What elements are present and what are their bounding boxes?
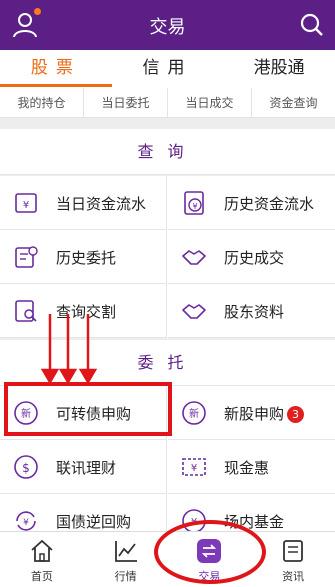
menu-item-today-fund-flow[interactable]: ¥ 当日资金流水 <box>0 176 167 230</box>
handshake-icon <box>182 250 206 265</box>
shortcut-row: 我的持仓 当日委托 当日成交 资金查询 <box>0 88 335 118</box>
tab-credit[interactable]: 信用 <box>112 50 224 88</box>
annotation-arrows <box>40 314 98 384</box>
menu-item-label: 现金惠 <box>224 459 270 477</box>
menu-item-label: 联讯理财 <box>56 459 117 477</box>
home-icon <box>31 539 53 562</box>
menu-item-label: 新股申购 3 <box>224 403 305 424</box>
menu-item-cash-benefit[interactable]: ¥ 现金惠 <box>168 440 335 494</box>
menu-item-label: 国债逆回购 <box>56 513 132 531</box>
menu-item-shareholder-info[interactable]: 股东资料 <box>168 284 335 338</box>
query-section-title: 查询 <box>0 129 335 175</box>
svg-text:¥: ¥ <box>192 202 197 211</box>
chart-line-icon <box>114 541 137 562</box>
market-tabs: 股票 信用 港股通 <box>0 50 335 88</box>
shortcut-holdings[interactable]: 我的持仓 <box>0 88 84 117</box>
handshake-icon <box>182 304 206 319</box>
menu-item-label: 历史成交 <box>224 249 285 267</box>
menu-item-label-text: 新股申购 <box>224 405 285 423</box>
nav-label: 资讯 <box>282 570 305 583</box>
yen-document-icon: ¥ <box>15 193 37 213</box>
clock-document-icon <box>15 246 38 268</box>
yen-coin-icon: $ <box>14 455 38 479</box>
count-badge: 3 <box>287 406 305 423</box>
svg-text:¥: ¥ <box>191 463 197 474</box>
menu-item-ipo-subscribe[interactable]: 新 新股申购 3 <box>168 386 335 440</box>
svg-text:新: 新 <box>189 407 199 420</box>
menu-item-label: 历史资金流水 <box>224 195 315 213</box>
svg-text:$: $ <box>22 461 30 475</box>
tab-stock[interactable]: 股票 <box>0 50 112 88</box>
tab-hk-connect[interactable]: 港股通 <box>223 50 335 88</box>
nav-home[interactable]: 首页 <box>0 532 84 587</box>
menu-item-treasury-reverse-repo[interactable]: ¥ 国债逆回购 <box>0 494 167 531</box>
nav-label: 行情 <box>114 570 137 583</box>
shortcut-today-orders[interactable]: 当日委托 <box>84 88 168 117</box>
page-title: 交易 <box>149 17 186 38</box>
yen-ticket-icon: ¥ <box>182 458 206 476</box>
menu-item-label: 股东资料 <box>224 303 285 321</box>
menu-item-history-trades[interactable]: 历史成交 <box>168 230 335 284</box>
menu-item-history-orders[interactable]: 历史委托 <box>0 230 167 284</box>
yen-document-icon: ¥ <box>184 191 204 215</box>
svg-text:¥: ¥ <box>23 200 29 211</box>
shortcut-fund-query[interactable]: 资金查询 <box>252 88 335 117</box>
menu-item-history-fund-flow[interactable]: ¥ 历史资金流水 <box>168 176 335 230</box>
menu-item-label: 历史委托 <box>56 249 117 267</box>
new-icon: 新 <box>182 401 206 425</box>
highlight-ellipse <box>154 520 266 584</box>
top-bar: 交易 <box>0 0 335 50</box>
active-tab-indicator <box>0 84 112 87</box>
menu-item-label: 当日资金流水 <box>56 195 147 213</box>
news-icon <box>283 540 304 562</box>
highlight-box <box>4 382 172 436</box>
search-icon[interactable] <box>299 12 325 38</box>
nav-label: 首页 <box>30 570 53 583</box>
search-document-icon <box>15 300 37 322</box>
shortcut-today-trades[interactable]: 当日成交 <box>168 88 252 117</box>
svg-text:¥: ¥ <box>23 518 29 528</box>
menu-item-lianxun-wealth[interactable]: $ 联讯理财 <box>0 440 167 494</box>
